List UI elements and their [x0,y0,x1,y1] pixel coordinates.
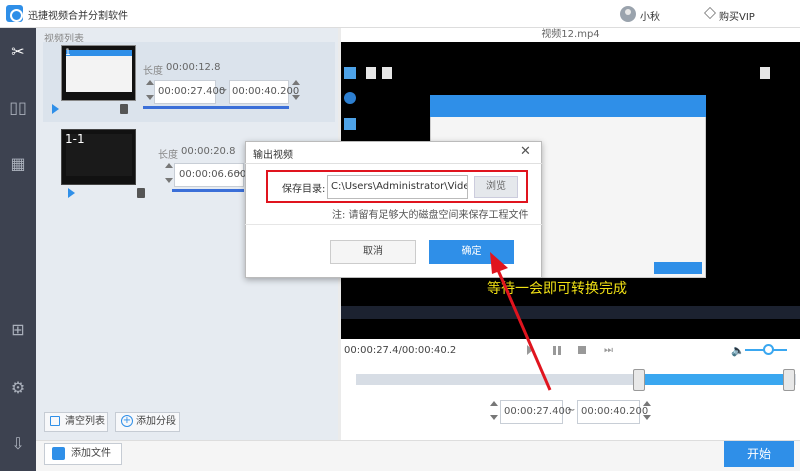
volume-icon[interactable]: 🔈 [731,344,745,357]
range-start-up-arrow-icon[interactable] [490,401,498,406]
timeline-selection[interactable] [643,374,788,385]
columns-icon[interactable]: ▯▯ [6,96,30,120]
trash-icon[interactable] [137,188,145,198]
divider [245,163,542,164]
cancel-button[interactable]: 取消 [330,240,416,264]
desktop-icon [344,92,356,104]
playback-timecode: 00:00:27.4/00:00:40.2 [344,345,457,356]
settings-icon[interactable]: ⚙ [6,376,30,400]
length-label: 长度 [158,150,178,161]
start-button[interactable]: 开始 [724,441,794,467]
plus-icon: + [121,415,133,427]
play-icon[interactable] [68,188,75,198]
app-logo-icon [6,5,23,22]
range-separator: ~ [219,85,228,96]
app-title: 迅捷视频合并分割软件 [28,11,128,22]
start-down-arrow-icon[interactable] [146,95,154,100]
preview-title: 视频12.mp4 [341,28,800,42]
close-icon[interactable]: ✕ [520,144,531,159]
end-down-arrow-icon[interactable] [292,95,300,100]
clip-start-time[interactable]: 00:00:27.400 [154,80,225,104]
app-window: 迅捷视频合并分割软件 小秋 购买VIP ✂ ▯▯ ▦ ⊞ ⚙ ⇩ 视频列表 1 … [0,0,800,471]
trash-icon[interactable] [120,104,128,114]
add-file-icon [52,447,65,460]
range-start-time[interactable]: 00:00:27.400 [500,400,571,424]
dialog-note: 注: 请留有足够大的磁盘空间来保存工程文件 [332,210,529,221]
clip-thumbnail[interactable]: 1 [61,45,136,101]
inner-start-button [654,262,702,274]
download-icon[interactable]: ⇩ [6,432,30,456]
start-down-arrow-icon[interactable] [165,178,173,183]
timeline-start-handle[interactable] [633,369,645,391]
clip-end-time[interactable]: 00:00:40.200 [229,80,299,104]
desktop-icon [382,67,392,79]
end-up-arrow-icon[interactable] [292,80,300,85]
add-folder-icon[interactable]: ⊞ [6,318,30,342]
annotation-highlight-box [266,170,528,203]
desktop-icon [760,67,770,79]
clear-icon [50,416,60,426]
range-end-down-arrow-icon[interactable] [643,415,651,420]
clip-progress-bar [172,189,244,192]
bottom-bar [36,440,800,471]
desktop-icon [344,67,356,79]
clip-length: 00:00:12.8 [166,62,221,73]
buy-vip-link[interactable]: 购买VIP [719,8,755,23]
avatar[interactable] [620,6,636,22]
annotation-arrow-icon [490,252,552,391]
volume-knob[interactable] [763,344,774,355]
clip-thumbnail[interactable]: 1-1 [61,129,136,185]
inner-app-toolbar [430,95,706,117]
start-up-arrow-icon[interactable] [146,80,154,85]
timeline-end-handle[interactable] [783,369,795,391]
clip-length: 00:00:20.8 [181,146,236,157]
stop-icon[interactable] [578,346,586,354]
desktop-icon [344,118,356,130]
length-label: 长度 [143,66,163,77]
username[interactable]: 小秋 [640,8,660,23]
dialog-title: 输出视频 [253,150,293,161]
range-separator: ~ [234,168,243,179]
play-icon[interactable] [52,104,59,114]
range-end-time[interactable]: 00:00:40.200 [577,400,648,424]
taskbar [341,306,800,319]
start-up-arrow-icon[interactable] [165,163,173,168]
scissors-icon[interactable]: ✂ [6,40,30,64]
left-toolbar [0,28,36,471]
clip-progress-bar [143,106,289,109]
range-separator: ~ [567,405,576,416]
desktop-icon [366,67,376,79]
range-start-down-arrow-icon[interactable] [490,415,498,420]
divider [245,224,542,225]
skip-icon[interactable]: ⏭ [604,345,613,356]
range-end-up-arrow-icon[interactable] [643,401,651,406]
grid-icon[interactable]: ▦ [6,152,30,176]
